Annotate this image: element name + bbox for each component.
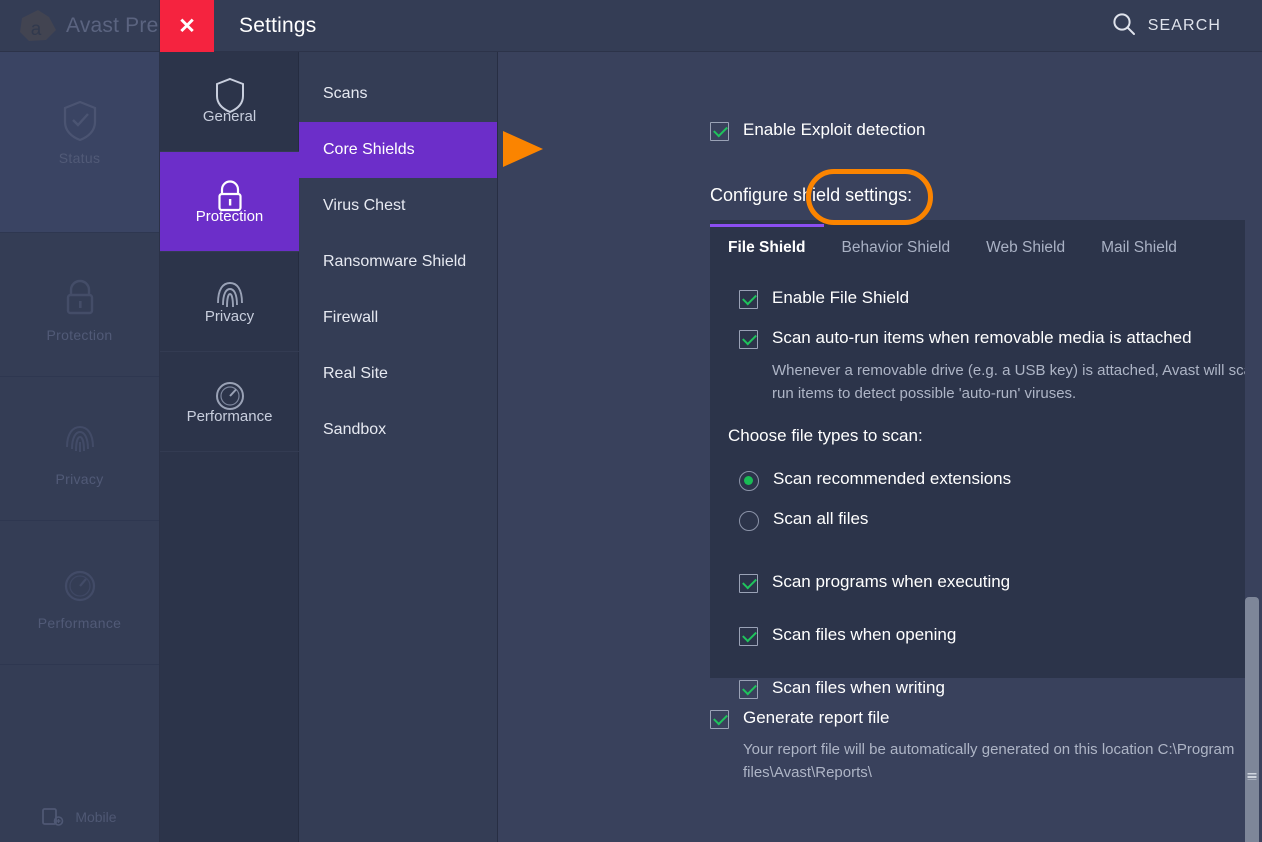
exploit-detection-row[interactable]: Enable Exploit detection xyxy=(710,120,925,141)
avast-logo-icon: a xyxy=(16,8,60,46)
category-label: General xyxy=(202,108,257,125)
tab-behavior-shield[interactable]: Behavior Shield xyxy=(824,224,969,272)
scan-all-files-radio[interactable] xyxy=(739,511,759,531)
shield-check-icon xyxy=(0,98,159,144)
subnav-item-ransomware-shield[interactable]: Ransomware Shield xyxy=(299,234,497,290)
category-privacy[interactable]: Privacy xyxy=(160,252,299,352)
speedometer-icon xyxy=(160,352,299,410)
subnav-item-scans[interactable]: Scans xyxy=(299,66,497,122)
category-performance[interactable]: Performance xyxy=(160,352,299,452)
page-title: Settings xyxy=(239,14,317,37)
subnav-item-virus-chest[interactable]: Virus Chest xyxy=(299,178,497,234)
scan-files-opening-label: Scan files when opening xyxy=(772,625,957,644)
search-button[interactable]: SEARCH xyxy=(1111,11,1221,41)
category-protection[interactable]: Protection xyxy=(160,152,299,252)
scan-autorun-checkbox[interactable] xyxy=(739,330,758,349)
sidebar-divider xyxy=(0,664,159,665)
app-root: a Avast Prem Status Protection Privacy P… xyxy=(0,0,1262,842)
subnav-item-sandbox[interactable]: Sandbox xyxy=(299,402,497,458)
search-icon xyxy=(1111,11,1137,42)
enable-file-shield-row[interactable]: Enable File Shield xyxy=(739,288,909,309)
settings-titlebar: ✕ Settings SEARCH xyxy=(160,0,1262,52)
fingerprint-icon xyxy=(160,252,299,308)
generate-report-checkbox[interactable] xyxy=(710,710,729,729)
mobile-device-icon xyxy=(42,807,64,830)
scan-files-opening-checkbox[interactable] xyxy=(739,627,758,646)
close-x-icon: ✕ xyxy=(178,14,196,38)
content-scrollbar-thumb[interactable] xyxy=(1245,597,1259,842)
scan-files-writing-checkbox[interactable] xyxy=(739,680,758,699)
lock-icon xyxy=(0,275,159,321)
content-scrollbar-track[interactable] xyxy=(1245,104,1262,842)
category-label: Privacy xyxy=(204,308,255,325)
scan-all-files-label: Scan all files xyxy=(773,509,869,528)
category-label: Protection xyxy=(195,208,264,225)
settings-category-column: General Protection Privacy Performance xyxy=(160,52,299,842)
sidebar-item-label: Protection xyxy=(46,327,113,343)
sidebar-item-privacy[interactable]: Privacy xyxy=(0,377,159,520)
scan-autorun-row[interactable]: Scan auto-run items when removable media… xyxy=(739,328,1192,349)
search-label: SEARCH xyxy=(1147,17,1221,34)
svg-text:a: a xyxy=(31,19,42,40)
close-button[interactable]: ✕ xyxy=(160,0,214,52)
scan-recommended-extensions-label: Scan recommended extensions xyxy=(773,469,1012,488)
scan-recommended-extensions-radio[interactable] xyxy=(739,471,759,491)
subnav-item-firewall[interactable]: Firewall xyxy=(299,290,497,346)
scan-files-writing-label: Scan files when writing xyxy=(772,678,945,697)
shield-icon xyxy=(160,52,299,114)
sidebar-item-label: Performance xyxy=(37,615,122,631)
sidebar-item-label: Privacy xyxy=(55,471,104,487)
sidebar-item-performance[interactable]: Performance xyxy=(0,521,159,664)
tab-web-shield[interactable]: Web Shield xyxy=(968,224,1083,272)
settings-main-content: Enable Exploit detection Configure shiel… xyxy=(499,52,1262,842)
fingerprint-icon xyxy=(0,419,159,465)
lock-icon xyxy=(160,152,299,212)
subnav-item-real-site[interactable]: Real Site xyxy=(299,346,497,402)
shield-tabs: File Shield Behavior Shield Web Shield M… xyxy=(710,224,1215,272)
scrollbar-grip-icon xyxy=(1247,773,1257,780)
settings-subnav-column: Scans Core Shields Virus Chest Ransomwar… xyxy=(299,52,498,842)
sidebar-item-status[interactable]: Status xyxy=(0,52,159,232)
scan-autorun-description: Whenever a removable drive (e.g. a USB k… xyxy=(772,362,1262,402)
configure-shield-heading: Configure shield settings: xyxy=(710,185,913,205)
settings-window: ✕ Settings SEARCH General Protection Pri… xyxy=(159,0,1262,842)
scan-files-opening-row[interactable]: Scan files when opening xyxy=(739,625,956,646)
exploit-detection-checkbox[interactable] xyxy=(710,122,729,141)
scan-programs-executing-label: Scan programs when executing xyxy=(772,572,1011,591)
enable-file-shield-label: Enable File Shield xyxy=(772,288,910,307)
scan-files-writing-row[interactable]: Scan files when writing xyxy=(739,678,945,699)
scan-recommended-extensions-row[interactable]: Scan recommended extensions xyxy=(739,469,1011,491)
tab-mail-shield[interactable]: Mail Shield xyxy=(1083,224,1195,272)
scan-programs-executing-checkbox[interactable] xyxy=(739,574,758,593)
sidebar-item-mobile[interactable]: Mobile xyxy=(0,807,159,830)
scan-all-files-row[interactable]: Scan all files xyxy=(739,509,868,531)
scan-programs-executing-row[interactable]: Scan programs when executing xyxy=(739,572,1010,593)
background-sidebar: Status Protection Privacy Performance Mo… xyxy=(0,52,159,842)
exploit-detection-label: Enable Exploit detection xyxy=(743,120,926,139)
sidebar-item-label: Status xyxy=(58,150,101,166)
generate-report-row[interactable]: Generate report file xyxy=(710,708,889,729)
tab-file-shield[interactable]: File Shield xyxy=(710,224,824,272)
speedometer-icon xyxy=(0,563,159,609)
sidebar-item-label: Mobile xyxy=(75,809,117,826)
category-label: Performance xyxy=(186,408,273,425)
category-general[interactable]: General xyxy=(160,52,299,152)
scan-autorun-label: Scan auto-run items when removable media… xyxy=(772,328,1192,347)
choose-file-types-heading: Choose file types to scan: xyxy=(728,426,923,445)
subnav-item-core-shields[interactable]: Core Shields xyxy=(299,122,497,178)
enable-file-shield-checkbox[interactable] xyxy=(739,290,758,309)
file-shield-panel: Enable File Shield Scan auto-run items w… xyxy=(710,220,1262,699)
generate-report-description: Your report file will be automatically g… xyxy=(743,741,1235,781)
sidebar-item-protection[interactable]: Protection xyxy=(0,233,159,376)
generate-report-label: Generate report file xyxy=(743,708,890,727)
